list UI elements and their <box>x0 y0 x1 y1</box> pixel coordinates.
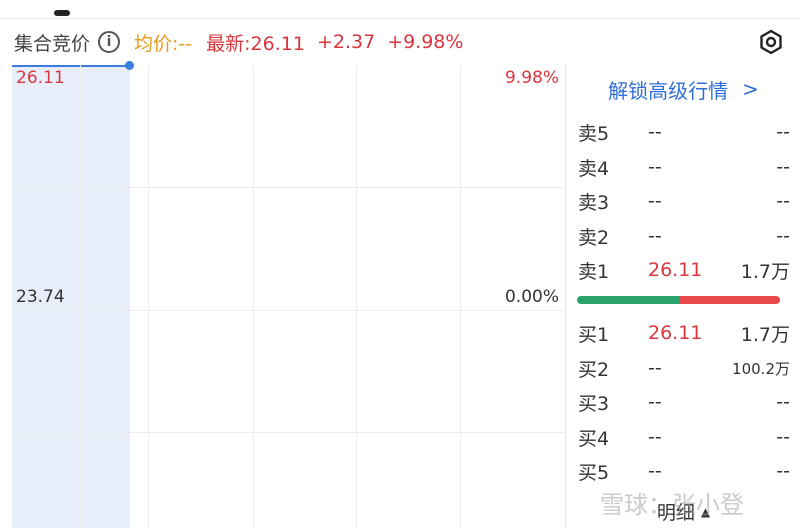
grid-vline <box>460 65 461 528</box>
status-notch <box>54 10 70 16</box>
chevron-right-icon: > <box>742 77 759 101</box>
sell-label: 卖3 <box>578 191 610 214</box>
auction-chart[interactable]: 26.11 23.74 9.98% 0.00% <box>0 61 565 528</box>
buy-label: 买5 <box>578 461 610 484</box>
price-high-label: 26.11 <box>16 68 65 88</box>
buy-row-1: 买1 26.11 1.7万 <box>578 316 790 350</box>
grid-vline <box>253 65 254 528</box>
sell-label: 卖1 <box>578 260 610 283</box>
status-bar <box>0 0 800 19</box>
buy-volume: 1.7万 <box>740 323 790 346</box>
quote-header: 集合竞价 i 均价:-- 最新:26.11 +2.37 +9.98% <box>0 19 800 65</box>
sell-ratio-segment <box>678 296 780 304</box>
sell-volume: -- <box>776 156 790 178</box>
sell-label: 卖5 <box>578 122 610 145</box>
buy-volume: 100.2万 <box>732 359 790 378</box>
buy-volume: -- <box>776 460 790 482</box>
sell-label: 卖2 <box>578 226 610 249</box>
grid-vline <box>80 65 81 528</box>
sell-price: -- <box>648 156 662 178</box>
sell-volume: -- <box>776 121 790 143</box>
price-change: +2.37 <box>316 31 376 53</box>
sell-row-4: 卖4 -- -- <box>578 150 790 184</box>
buy-row-2: 买2 -- 100.2万 <box>578 351 790 385</box>
buy-row-3: 买3 -- -- <box>578 385 790 419</box>
sell-row-3: 卖3 -- -- <box>578 184 790 218</box>
buy-sell-ratio-bar <box>577 296 780 304</box>
average-price: 均价:-- <box>134 32 193 55</box>
info-icon[interactable]: i <box>98 31 121 53</box>
sell-row-1: 卖1 26.11 1.7万 <box>578 253 790 287</box>
buy-price: -- <box>648 357 662 379</box>
buy-label: 买3 <box>578 392 610 415</box>
grid-hline <box>12 310 565 311</box>
pct-mid-label: 0.00% <box>504 287 559 307</box>
sell-price: -- <box>648 225 662 247</box>
buy-volume: -- <box>776 391 790 413</box>
unlock-label: 解锁高级行情 <box>608 78 729 103</box>
latest-price: 最新:26.11 <box>206 32 305 55</box>
grid-vline <box>148 65 149 528</box>
buy-label: 买1 <box>578 323 610 346</box>
grid-vline <box>356 65 357 528</box>
pct-high-label: 9.98% <box>504 68 559 88</box>
price-line <box>12 65 130 67</box>
auction-title: 集合竞价 <box>14 32 91 55</box>
sell-row-5: 卖5 -- -- <box>578 115 790 149</box>
sell-row-2: 卖2 -- -- <box>578 219 790 253</box>
sell-price: -- <box>648 190 662 212</box>
sell-volume: -- <box>776 190 790 212</box>
buy-price: -- <box>648 460 662 482</box>
buy-price: -- <box>648 426 662 448</box>
unlock-advanced-quotes-button[interactable]: 解锁高级行情 > <box>566 65 800 113</box>
buy-label: 买4 <box>578 427 610 450</box>
sell-price: -- <box>648 121 662 143</box>
price-marker <box>125 61 134 70</box>
grid-hline <box>12 432 565 433</box>
buy-price: 26.11 <box>648 322 703 344</box>
buy-price: -- <box>648 391 662 413</box>
grid-hline <box>12 187 565 188</box>
settings-icon[interactable] <box>758 29 784 55</box>
sell-price: 26.11 <box>648 259 703 281</box>
buy-volume: -- <box>776 426 790 448</box>
buy-row-4: 买4 -- -- <box>578 420 790 454</box>
buy-row-5: 买5 -- -- <box>578 454 790 488</box>
order-book-panel: 解锁高级行情 > 卖5 -- -- 卖4 -- -- 卖3 -- -- 卖2 -… <box>565 65 800 528</box>
buy-ratio-segment <box>577 296 679 304</box>
price-mid-label: 23.74 <box>16 287 65 307</box>
sell-label: 卖4 <box>578 157 610 180</box>
price-change-pct: +9.98% <box>387 31 464 53</box>
sell-volume: 1.7万 <box>740 260 790 283</box>
buy-label: 买2 <box>578 358 610 381</box>
sell-volume: -- <box>776 225 790 247</box>
watermark: 雪球：张小登 <box>600 491 744 519</box>
